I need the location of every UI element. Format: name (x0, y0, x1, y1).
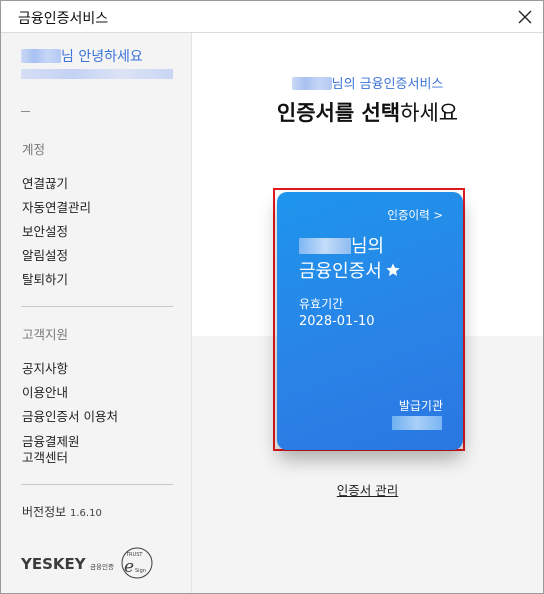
heading-rest: 하세요 (400, 101, 459, 125)
main-panel: 님의 금융인증서비스 인증서를 선택하세요 인증이력 > 님의 금융인증서 유효… (192, 33, 543, 593)
valid-period-label: 유효기간 (299, 297, 344, 311)
section-title-account: 계정 (22, 142, 46, 157)
nav-notification-settings[interactable]: 알림설정 (22, 245, 68, 264)
window-title: 금융인증서비스 (18, 11, 109, 27)
nav-guide[interactable]: 이용안내 (22, 382, 68, 401)
section-divider (21, 306, 173, 307)
version-number: 1.6.10 (70, 508, 102, 519)
manage-link-row: 인증서 관리 (192, 480, 543, 499)
nav-usage-places[interactable]: 금융인증서 이용처 (22, 406, 118, 425)
nav-notice[interactable]: 공지사항 (22, 358, 68, 377)
user-id-masked (21, 69, 173, 79)
issuer-label: 발급기관 (398, 399, 443, 413)
svg-text:e: e (124, 557, 134, 577)
logo-sub: 금융인증 (90, 562, 114, 571)
user-name-masked (291, 77, 332, 90)
heading-bold: 인증서를 선택 (276, 101, 401, 125)
divider-dash (21, 111, 30, 112)
logo-badge-bottom: Sign (135, 568, 146, 574)
section-divider (21, 484, 173, 485)
version-label: 버전정보 (22, 505, 67, 519)
page-title: 인증서를 선택하세요 (192, 97, 543, 127)
nav-disconnect[interactable]: 연결끊기 (22, 173, 68, 192)
sidebar: 님 안녕하세요 계정 연결끊기 자동연결관리 보안설정 알림설정 탈퇴하기 고객… (1, 33, 192, 593)
star-icon (386, 263, 400, 276)
close-button[interactable] (513, 5, 537, 29)
logo-brand: YESKEY (21, 555, 87, 573)
user-name-masked (21, 49, 61, 63)
nav-security-settings[interactable]: 보안설정 (22, 221, 68, 240)
close-icon (518, 10, 532, 24)
cert-name: 금융인증서 (299, 261, 382, 282)
version-info: 버전정보 1.6.10 (22, 503, 102, 520)
greeting-text: 님 안녕하세요 (61, 49, 143, 65)
yeskey-logo: YESKEY 금융인증 TRUST e Sign (21, 547, 153, 579)
greeting: 님 안녕하세요 (21, 46, 143, 66)
manage-certificate-link[interactable]: 인증서 관리 (337, 483, 398, 498)
nav-customer-center[interactable]: 고객센터 (22, 447, 68, 466)
auth-history-link[interactable]: 인증이력 > (387, 207, 443, 223)
nav-withdraw[interactable]: 탈퇴하기 (22, 269, 68, 288)
service-text: 님의 금융인증서비스 (331, 77, 444, 92)
service-line: 님의 금융인증서비스 (192, 73, 543, 92)
section-title-support: 고객지원 (22, 327, 69, 342)
app-window: 금융인증서비스 님 안녕하세요 계정 연결끊기 자동연결관리 보안설정 알림설정… (0, 0, 544, 594)
owner-name-masked (299, 238, 351, 254)
title-bar: 금융인증서비스 (1, 1, 543, 33)
certificate-card[interactable]: 인증이력 > 님의 금융인증서 유효기간 2028-01-10 발급기관 (277, 192, 463, 450)
owner-suffix: 님의 (351, 236, 385, 257)
card-owner: 님의 금융인증서 (299, 234, 401, 284)
valid-period-date: 2028-01-10 (299, 314, 375, 329)
nav-auto-connect[interactable]: 자동연결관리 (22, 197, 91, 216)
issuer-masked (392, 416, 442, 430)
